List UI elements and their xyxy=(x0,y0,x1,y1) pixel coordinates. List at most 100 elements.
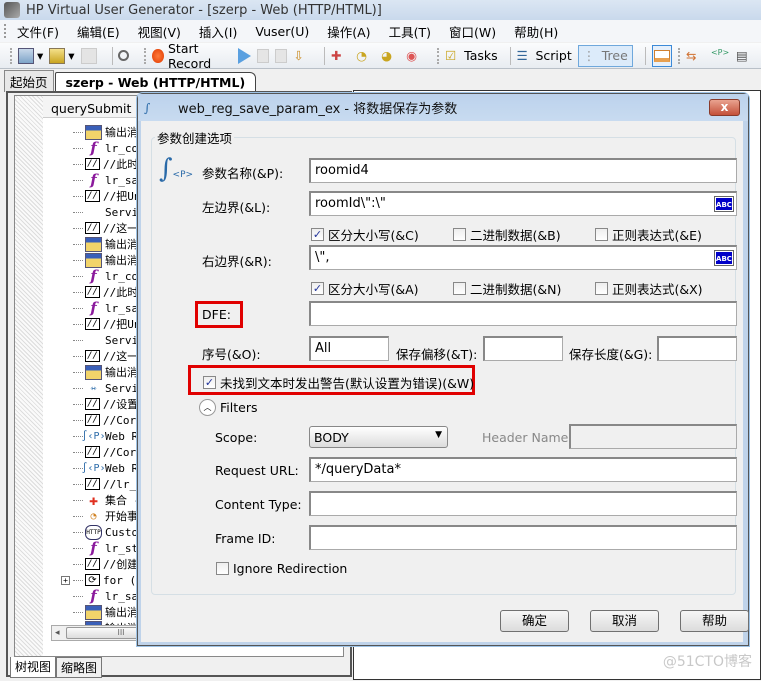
tree-connector xyxy=(73,483,83,485)
stop-icon[interactable] xyxy=(257,48,270,63)
menu-file[interactable]: 文件(F) xyxy=(17,22,59,41)
save-length-input[interactable] xyxy=(657,336,737,361)
compile-button[interactable]: ⇩ xyxy=(293,45,312,67)
filters-toggle[interactable]: ︿ Filters xyxy=(199,399,257,416)
request-url-label: Request URL: xyxy=(215,463,299,478)
tree-view-button[interactable]: ⋮ Tree xyxy=(577,44,633,67)
menu-tools[interactable]: 工具(T) xyxy=(389,22,431,41)
tree-connector xyxy=(73,499,83,501)
frame-id-label: Frame ID: xyxy=(215,531,276,546)
save-button[interactable] xyxy=(80,45,100,67)
checkbox-checked-icon: ✓ xyxy=(203,376,216,389)
request-url-input[interactable]: */queryData* xyxy=(309,457,737,482)
toolbar-separator xyxy=(644,46,646,65)
checkbox-label: 二进制数据(&N) xyxy=(470,282,562,297)
properties-button[interactable]: ▤ xyxy=(736,45,755,67)
pause-icon[interactable] xyxy=(275,48,288,63)
dfe-input[interactable] xyxy=(309,301,737,326)
find-icon xyxy=(118,50,130,61)
toolbar-separator xyxy=(509,46,511,65)
tree-connector xyxy=(73,291,83,293)
help-button[interactable]: 帮助 xyxy=(680,610,749,632)
expand-icon[interactable]: + xyxy=(61,575,70,585)
script-view-button[interactable]: ☰ Script xyxy=(516,45,571,67)
tab-start-page[interactable]: 起始页 xyxy=(4,70,54,92)
tasks-label: Tasks xyxy=(464,48,498,63)
run-icon[interactable] xyxy=(238,47,252,64)
step-forward-button[interactable]: ◕ xyxy=(381,45,400,67)
start-record-label: Start Record xyxy=(167,40,212,71)
menu-actions[interactable]: 操作(A) xyxy=(327,22,370,41)
left-boundary-input[interactable]: roomId\":\" ABC xyxy=(309,191,737,216)
scroll-left-icon[interactable]: ◂ xyxy=(55,628,60,638)
checkbox-label: 正则表达式(&E) xyxy=(612,228,702,243)
menu-insert[interactable]: 插入(I) xyxy=(199,22,237,41)
checkbox-icon xyxy=(595,228,608,241)
right-regex-checkbox[interactable]: 正则表达式(&X) xyxy=(595,279,703,298)
tree-connector xyxy=(73,243,83,245)
text-abc-button[interactable]: ABC xyxy=(714,196,734,212)
param-name-input[interactable]: roomid4 xyxy=(309,158,737,183)
cancel-button[interactable]: 取消 xyxy=(590,610,659,632)
right-boundary-input[interactable]: \", ABC xyxy=(309,245,737,270)
tree-bottom-tabs: 树视图 缩略图 xyxy=(10,657,103,678)
right-case-checkbox[interactable]: ✓ 区分大小写(&A) xyxy=(311,279,419,298)
frame-id-input[interactable] xyxy=(309,525,737,550)
menu-view[interactable]: 视图(V) xyxy=(138,22,181,41)
checkbox-label: 区分大小写(&A) xyxy=(328,282,419,297)
tree-connector xyxy=(73,419,83,421)
ordinal-input[interactable]: All xyxy=(309,336,389,361)
dfe-label: DFE: xyxy=(202,307,231,322)
output-panel-button[interactable] xyxy=(651,44,672,67)
right-boundary-label: 右边界(&R): xyxy=(202,254,272,269)
left-regex-checkbox[interactable]: 正则表达式(&E) xyxy=(595,225,702,244)
ignore-redirection-checkbox[interactable]: Ignore Redirection xyxy=(216,561,347,576)
chevron-down-icon: ▼ xyxy=(435,430,442,440)
parameter-icon: <P> xyxy=(710,47,730,57)
sync-icon: ⇆ xyxy=(685,47,697,63)
left-case-checkbox[interactable]: ✓ 区分大小写(&C) xyxy=(311,225,419,244)
open-button[interactable]: ▾ xyxy=(49,45,75,67)
scope-select[interactable]: BODY ▼ xyxy=(309,426,448,448)
text-abc-button[interactable]: ABC xyxy=(714,250,734,266)
menu-edit[interactable]: 编辑(E) xyxy=(77,22,120,41)
new-script-button[interactable]: ▾ xyxy=(18,45,43,67)
step-back-button[interactable]: ◔ xyxy=(356,45,375,67)
right-binary-checkbox[interactable]: 二进制数据(&N) xyxy=(453,279,561,298)
tree-connector xyxy=(73,147,83,149)
sync-button[interactable]: ⇆ xyxy=(686,45,705,67)
ok-button[interactable]: 确定 xyxy=(500,610,569,632)
tree-connector xyxy=(73,163,83,165)
tab-szerp[interactable]: szerp - Web (HTTP/HTML) xyxy=(54,72,257,92)
start-record-button[interactable]: Start Record xyxy=(152,41,232,71)
comment-icon: // xyxy=(85,478,100,490)
tab-tree-view[interactable]: 树视图 xyxy=(10,657,57,678)
settings-icon: ◉ xyxy=(406,47,418,63)
close-button[interactable]: x xyxy=(709,99,740,116)
right-boundary-value: \", xyxy=(315,250,330,265)
param-button[interactable]: <P> xyxy=(711,45,730,67)
save-offset-input[interactable] xyxy=(483,336,563,361)
watermark: @51CTO博客 xyxy=(662,654,752,670)
tree-connector xyxy=(73,323,83,325)
find-button[interactable] xyxy=(118,45,132,67)
add-step-button[interactable]: ✚ xyxy=(331,45,350,67)
menu-help[interactable]: 帮助(H) xyxy=(514,22,558,41)
content-type-input[interactable] xyxy=(309,491,737,516)
script-icon: ☰ xyxy=(516,47,528,63)
checkbox-icon xyxy=(595,282,608,295)
tab-thumbnail[interactable]: 缩略图 xyxy=(56,657,103,678)
menu-window[interactable]: 窗口(W) xyxy=(449,22,496,41)
checkbox-icon xyxy=(216,562,229,575)
left-binary-checkbox[interactable]: 二进制数据(&B) xyxy=(453,225,561,244)
toolbar-separator xyxy=(324,46,326,65)
dialog-title-bar[interactable]: ∫ web_reg_save_param_ex - 将数据保存为参数 x xyxy=(138,94,748,121)
header-name-input[interactable] xyxy=(569,424,737,449)
new-script-icon xyxy=(18,47,34,64)
comment-icon: // xyxy=(85,398,100,410)
tasks-button[interactable]: ☑ Tasks xyxy=(445,45,498,67)
runtime-settings-button[interactable]: ◉ xyxy=(406,45,425,67)
warn-not-found-checkbox[interactable]: ✓ 未找到文本时发出警告(默认设置为错误)(&W) xyxy=(203,373,474,392)
menu-vuser[interactable]: Vuser(U) xyxy=(255,24,309,39)
checkbox-icon xyxy=(453,282,466,295)
